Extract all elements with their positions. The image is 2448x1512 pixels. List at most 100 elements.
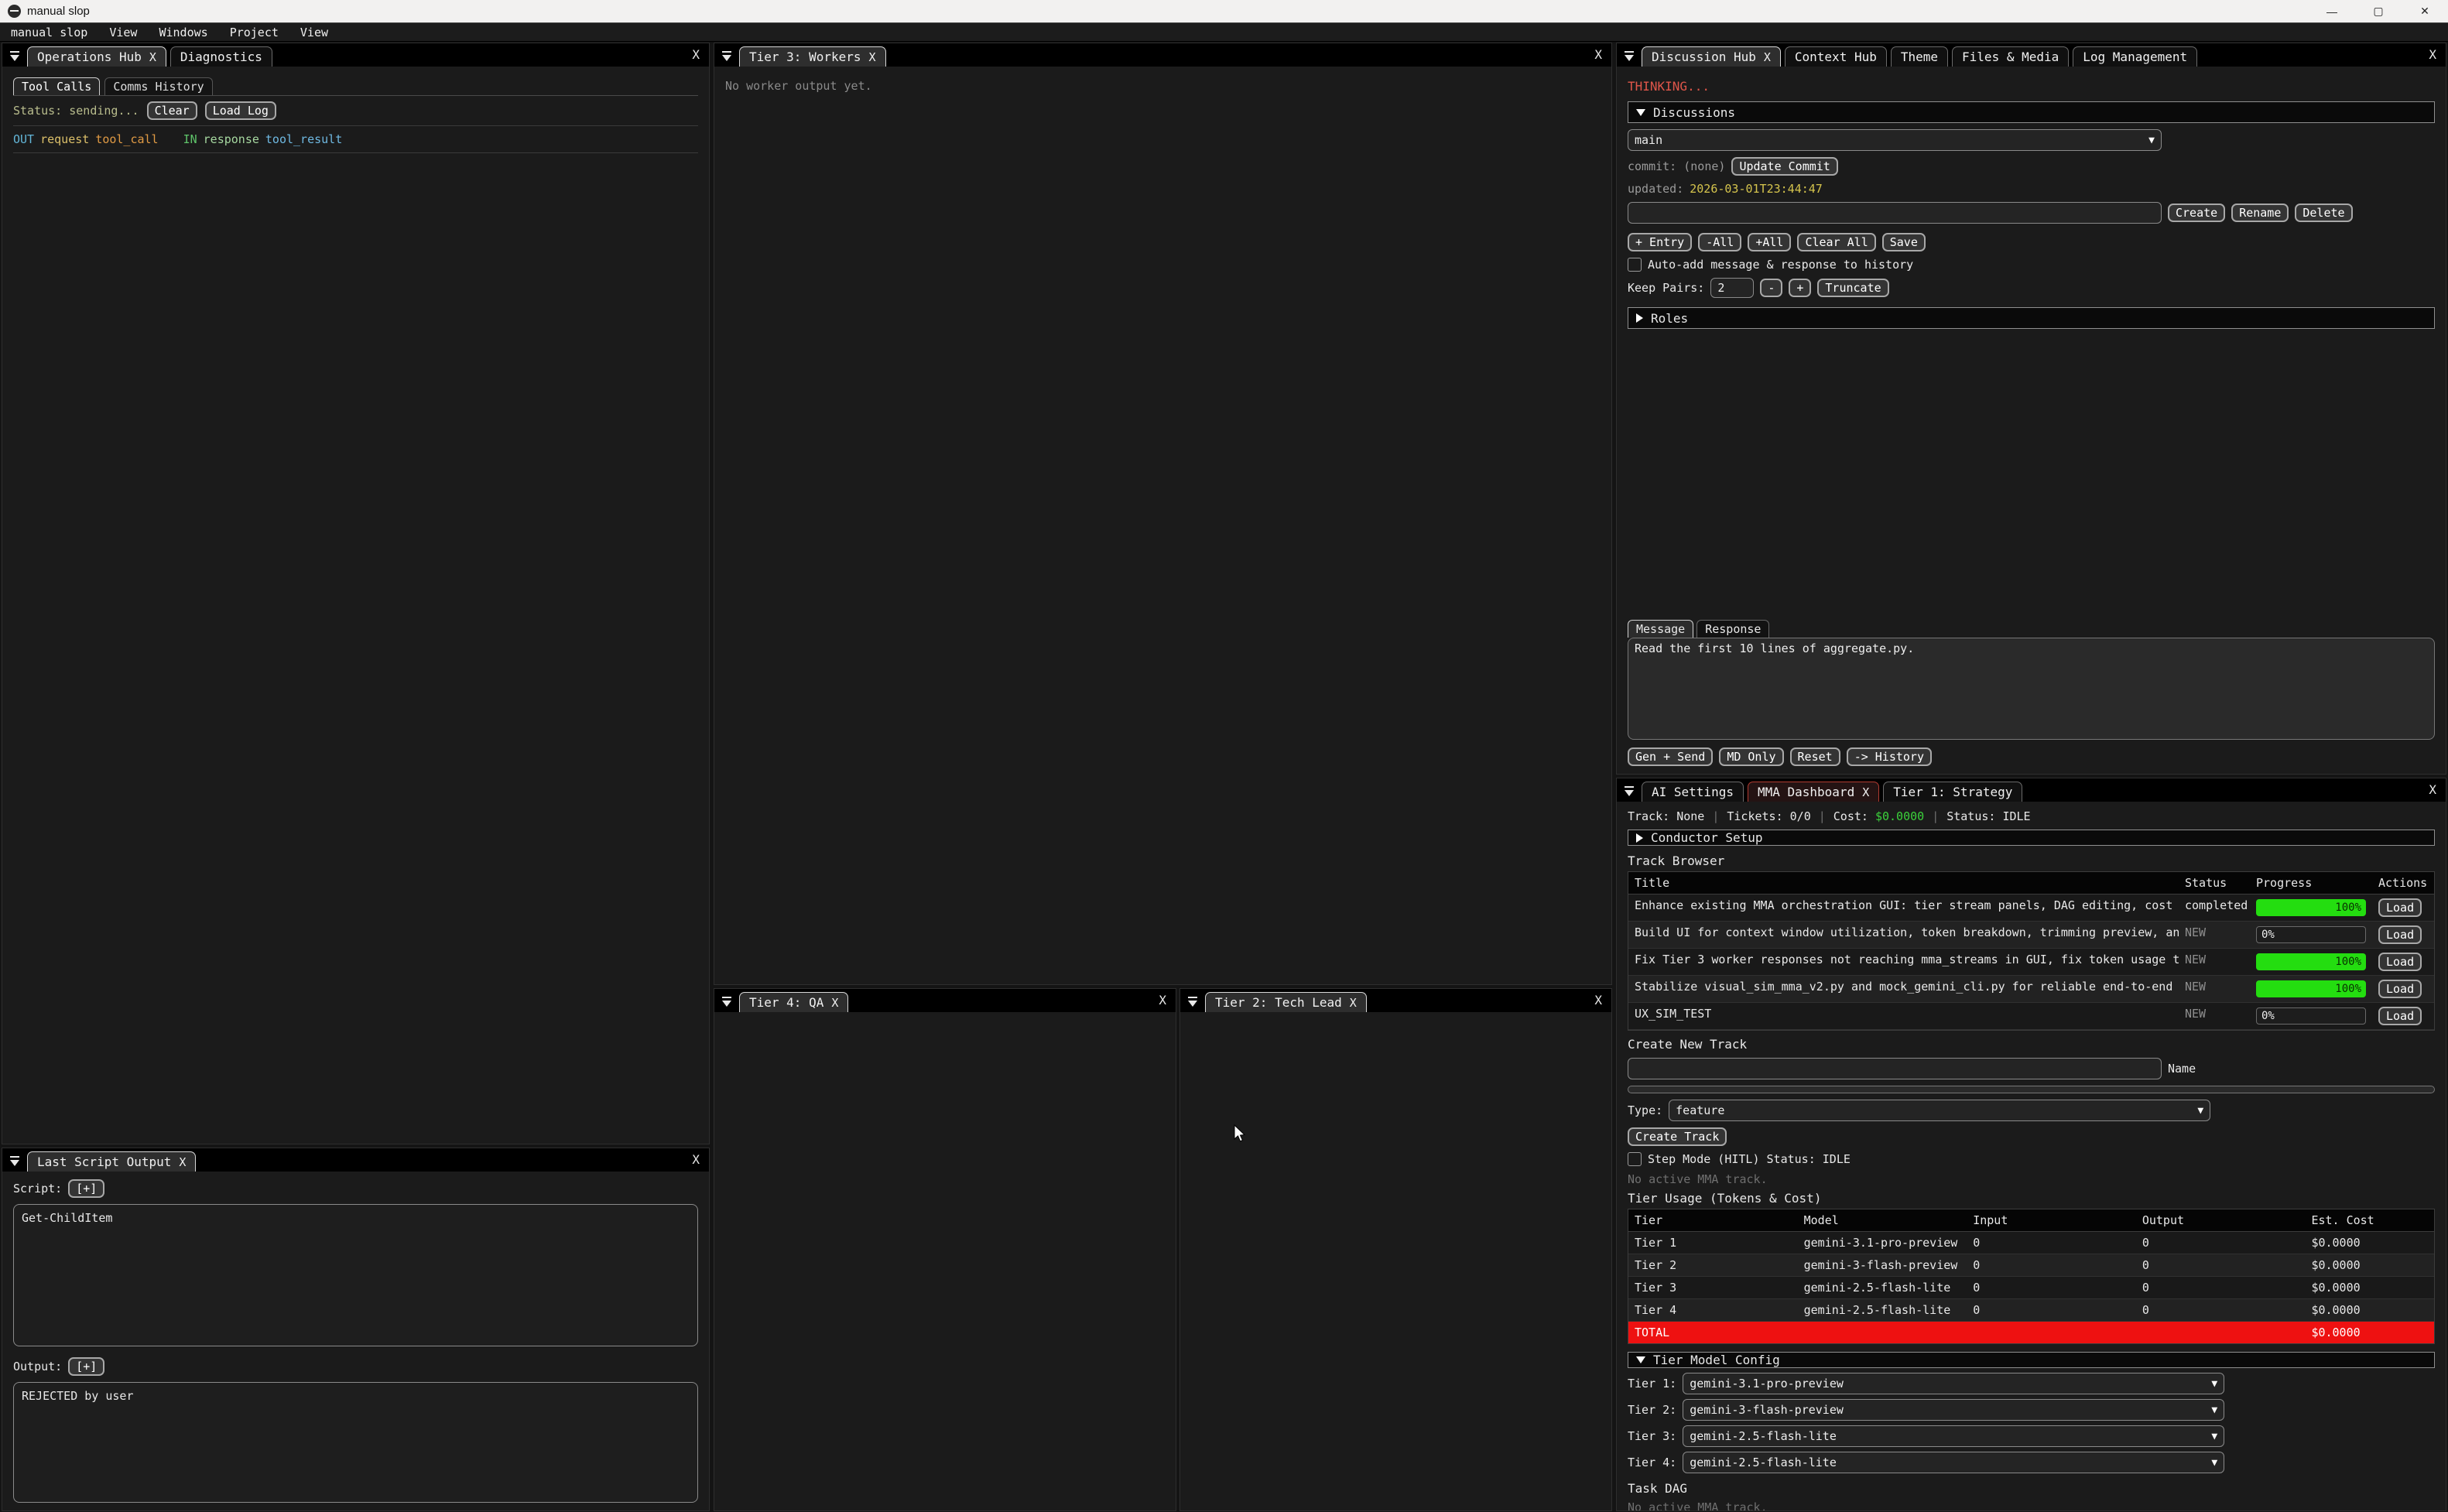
menu-windows[interactable]: Windows: [159, 26, 207, 39]
table-row: Tier 2 gemini-3-flash-preview 0 0 $0.000…: [1628, 1254, 2434, 1277]
tab-message[interactable]: Message: [1628, 620, 1693, 638]
menu-view[interactable]: View: [109, 26, 137, 39]
panel-close-icon[interactable]: X: [1590, 47, 1607, 62]
truncate-button[interactable]: Truncate: [1817, 279, 1888, 297]
tab-mma-dashboard[interactable]: MMA Dashboard X: [1748, 782, 1879, 802]
track-description-textarea[interactable]: [1628, 1086, 2435, 1093]
table-row[interactable]: Enhance existing MMA orchestration GUI: …: [1628, 895, 2434, 922]
load-track-button[interactable]: Load: [2378, 925, 2422, 944]
table-row[interactable]: Fix Tier 3 worker responses not reaching…: [1628, 949, 2434, 976]
discussions-section-header[interactable]: Discussions: [1628, 101, 2435, 123]
message-textarea[interactable]: Read the first 10 lines of aggregate.py.: [1628, 638, 2435, 740]
autoadd-checkbox[interactable]: [1628, 258, 1642, 272]
tab-ai-settings[interactable]: AI Settings: [1642, 782, 1744, 802]
subtab-comms-history[interactable]: Comms History: [104, 77, 212, 95]
save-button[interactable]: Save: [1882, 233, 1926, 251]
expand-all-button[interactable]: +All: [1748, 233, 1791, 251]
conductor-setup-header[interactable]: Conductor Setup: [1628, 830, 2435, 846]
clear-all-button[interactable]: Clear All: [1797, 233, 1875, 251]
panel-close-icon[interactable]: X: [2424, 47, 2441, 62]
load-log-button[interactable]: Load Log: [205, 101, 276, 120]
close-button[interactable]: ✕: [2402, 0, 2448, 22]
tab-close-icon[interactable]: X: [1862, 785, 1869, 799]
tab-tier1-strategy[interactable]: Tier 1: Strategy: [1883, 782, 2022, 802]
menu-manual-slop[interactable]: manual slop: [11, 26, 87, 39]
panel-close-icon[interactable]: X: [2424, 782, 2441, 797]
panel-close-icon[interactable]: X: [1154, 993, 1171, 1007]
tab-diagnostics[interactable]: Diagnostics: [170, 46, 272, 67]
collapse-all-button[interactable]: -All: [1698, 233, 1741, 251]
table-row[interactable]: Stabilize visual_sim_mma_v2.py and mock_…: [1628, 976, 2434, 1003]
tier1-model-select[interactable]: gemini-3.1-pro-preview ▼: [1683, 1373, 2224, 1394]
create-button[interactable]: Create: [2168, 204, 2225, 222]
table-row[interactable]: UX_SIM_TEST NEW 0% Load: [1628, 1003, 2434, 1030]
collapse-panel-icon[interactable]: [9, 1156, 21, 1167]
keep-pairs-input[interactable]: [1710, 278, 1754, 298]
discussion-name-input[interactable]: [1628, 202, 2162, 224]
tab-log-management[interactable]: Log Management: [2073, 46, 2197, 67]
expand-output-button[interactable]: [+]: [68, 1357, 104, 1376]
minimize-button[interactable]: —: [2309, 0, 2355, 22]
tab-discussion-hub[interactable]: Discussion Hub X: [1642, 46, 1781, 67]
script-text-area[interactable]: Get-ChildItem: [13, 1204, 698, 1346]
operations-hub-panel: Operations Hub X Diagnostics X Tool Call…: [2, 43, 710, 1144]
discussion-select[interactable]: main ▼: [1628, 129, 2162, 151]
menu-view-2[interactable]: View: [300, 26, 328, 39]
tab-close-icon[interactable]: X: [831, 996, 838, 1010]
tab-close-icon[interactable]: X: [1350, 996, 1357, 1010]
create-track-button[interactable]: Create Track: [1628, 1127, 1727, 1146]
tab-theme[interactable]: Theme: [1891, 46, 1948, 67]
to-history-button[interactable]: -> History: [1847, 747, 1932, 766]
tab-close-icon[interactable]: X: [869, 50, 876, 64]
keep-pairs-plus-button[interactable]: +: [1789, 279, 1811, 297]
tab-close-icon[interactable]: X: [1764, 50, 1771, 64]
track-name-input[interactable]: [1628, 1058, 2162, 1079]
update-commit-button[interactable]: Update Commit: [1731, 157, 1837, 176]
panel-close-icon[interactable]: X: [687, 47, 704, 62]
step-mode-checkbox[interactable]: [1628, 1152, 1642, 1166]
output-text-area[interactable]: REJECTED by user: [13, 1382, 698, 1503]
panel-close-icon[interactable]: X: [687, 1152, 704, 1167]
tab-files-media[interactable]: Files & Media: [1952, 46, 2069, 67]
table-row[interactable]: Build UI for context window utilization,…: [1628, 922, 2434, 949]
tab-operations-hub[interactable]: Operations Hub X: [27, 46, 166, 67]
reset-button[interactable]: Reset: [1790, 747, 1840, 766]
load-track-button[interactable]: Load: [2378, 980, 2422, 998]
tier3-model-select[interactable]: gemini-2.5-flash-lite ▼: [1683, 1425, 2224, 1447]
gen-send-button[interactable]: Gen + Send: [1628, 747, 1713, 766]
tab-tier2-techlead[interactable]: Tier 2: Tech Lead X: [1205, 992, 1367, 1012]
load-track-button[interactable]: Load: [2378, 1007, 2422, 1025]
subtab-tool-calls[interactable]: Tool Calls: [13, 77, 100, 95]
tab-context-hub[interactable]: Context Hub: [1785, 46, 1887, 67]
tier-model-config-header[interactable]: Tier Model Config: [1628, 1352, 2435, 1368]
tier4-model-select[interactable]: gemini-2.5-flash-lite ▼: [1683, 1452, 2224, 1473]
tab-close-icon[interactable]: X: [149, 50, 156, 64]
roles-section-header[interactable]: Roles: [1628, 307, 2435, 329]
keep-pairs-minus-button[interactable]: -: [1760, 279, 1782, 297]
tab-response[interactable]: Response: [1696, 620, 1769, 638]
panel-close-icon[interactable]: X: [1590, 993, 1607, 1007]
collapse-panel-icon[interactable]: [1623, 786, 1635, 797]
collapse-panel-icon[interactable]: [1186, 997, 1199, 1007]
collapse-panel-icon[interactable]: [1623, 51, 1635, 62]
tab-close-icon[interactable]: X: [179, 1155, 186, 1169]
load-track-button[interactable]: Load: [2378, 953, 2422, 971]
menu-project[interactable]: Project: [230, 26, 279, 39]
md-only-button[interactable]: MD Only: [1719, 747, 1783, 766]
clear-button[interactable]: Clear: [147, 101, 197, 120]
tab-tier3-workers[interactable]: Tier 3: Workers X: [739, 46, 886, 67]
maximize-button[interactable]: ▢: [2355, 0, 2402, 22]
collapse-panel-icon[interactable]: [9, 51, 21, 62]
expand-script-button[interactable]: [+]: [68, 1179, 104, 1198]
collapse-panel-icon[interactable]: [721, 997, 733, 1007]
tab-tier4-qa[interactable]: Tier 4: QA X: [739, 992, 848, 1012]
rename-button[interactable]: Rename: [2231, 204, 2289, 222]
load-track-button[interactable]: Load: [2378, 898, 2422, 917]
delete-button[interactable]: Delete: [2295, 204, 2352, 222]
add-entry-button[interactable]: + Entry: [1628, 233, 1692, 251]
ops-subtabs: Tool Calls Comms History: [13, 74, 698, 96]
tab-last-script-output[interactable]: Last Script Output X: [27, 1151, 196, 1172]
tier2-model-select[interactable]: gemini-3-flash-preview ▼: [1683, 1399, 2224, 1421]
track-type-select[interactable]: feature ▼: [1669, 1100, 2210, 1121]
collapse-panel-icon[interactable]: [721, 51, 733, 62]
